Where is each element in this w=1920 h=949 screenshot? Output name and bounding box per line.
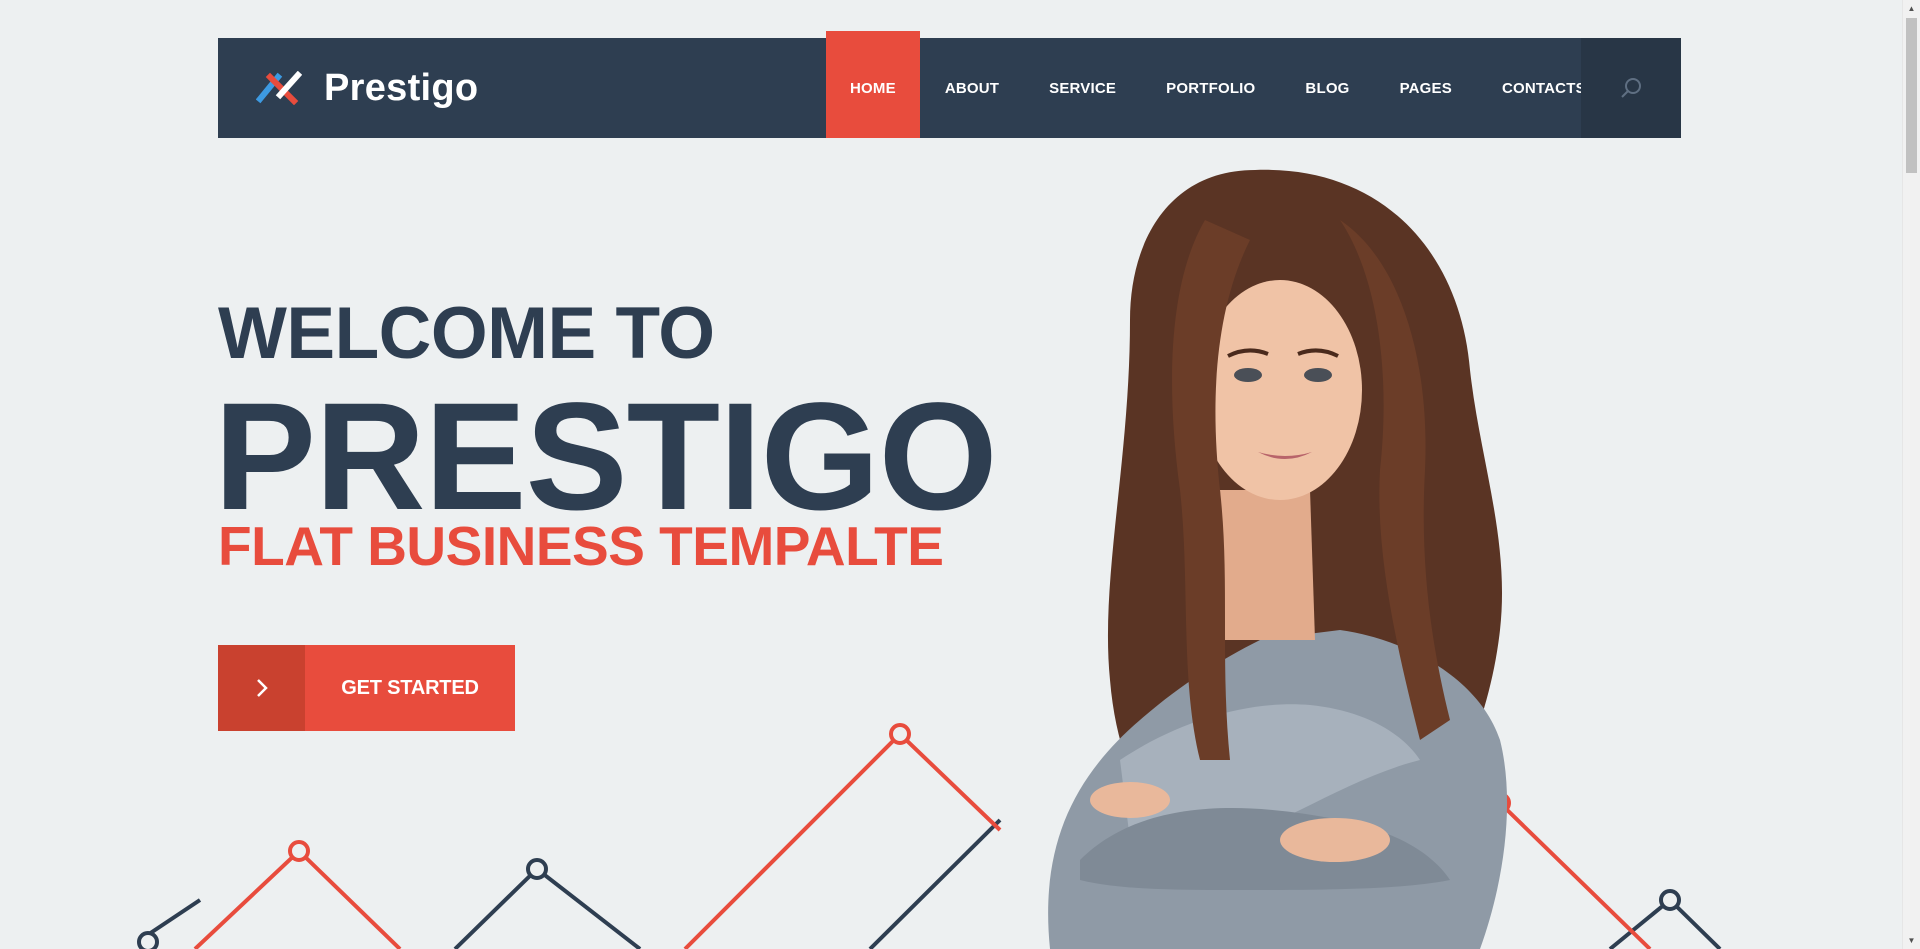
scroll-down-arrow-icon[interactable]: ▼	[1903, 932, 1920, 949]
brand-name: Prestigo	[324, 66, 479, 109]
site-header: Prestigo HOME ABOUT SERVICE PORTFOLIO BL…	[218, 31, 1681, 138]
scroll-thumb[interactable]	[1906, 18, 1917, 173]
nav-item-blog[interactable]: BLOG	[1280, 31, 1374, 138]
get-started-button[interactable]: GET STARTED	[218, 645, 515, 731]
main-nav: HOME ABOUT SERVICE PORTFOLIO BLOG PAGES …	[826, 31, 1611, 138]
nav-item-about[interactable]: ABOUT	[920, 31, 1024, 138]
page: Prestigo HOME ABOUT SERVICE PORTFOLIO BL…	[0, 0, 1920, 949]
chevron-right-icon	[218, 645, 305, 731]
nav-item-service[interactable]: SERVICE	[1024, 31, 1141, 138]
hero-welcome-heading: WELCOME TO	[218, 293, 715, 374]
hero-brand-heading: PRESTIGO	[214, 371, 998, 542]
businesswoman-photo	[1048, 169, 1508, 949]
nav-item-pages[interactable]: PAGES	[1375, 31, 1477, 138]
site-logo[interactable]: Prestigo	[256, 38, 478, 138]
hero-tagline: FLAT BUSINESS TEMPALTE	[218, 515, 944, 577]
crossed-arrows-logo-icon	[256, 71, 302, 105]
vertical-scrollbar[interactable]: ▲ ▼	[1902, 0, 1920, 949]
search-button[interactable]	[1581, 38, 1681, 138]
search-icon	[1621, 78, 1641, 98]
nav-item-home[interactable]: HOME	[826, 31, 920, 138]
nav-item-portfolio[interactable]: PORTFOLIO	[1141, 31, 1280, 138]
scroll-up-arrow-icon[interactable]: ▲	[1903, 0, 1920, 17]
get-started-label: GET STARTED	[305, 645, 515, 731]
